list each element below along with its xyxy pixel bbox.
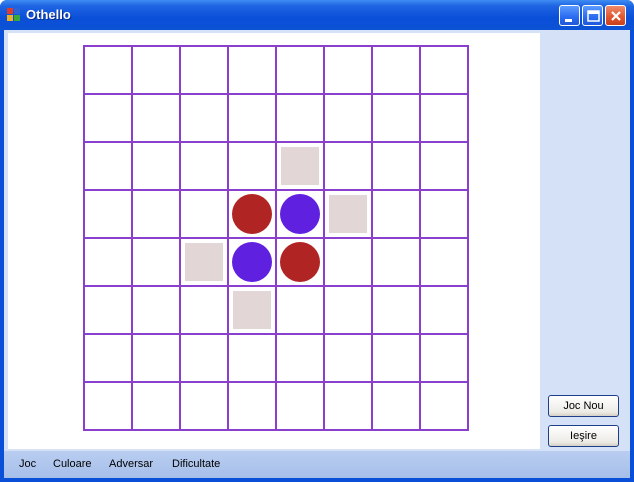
board-cell[interactable] — [275, 381, 325, 431]
board-cell[interactable] — [419, 285, 469, 335]
board-cell[interactable] — [371, 93, 421, 143]
valid-move-marker[interactable] — [281, 147, 319, 185]
board-cell[interactable] — [131, 237, 181, 287]
menu-dificultate[interactable]: Dificultate — [172, 458, 220, 470]
blue-disc — [280, 194, 320, 234]
board-cell[interactable] — [371, 45, 421, 95]
board-cell[interactable] — [371, 141, 421, 191]
close-icon — [611, 11, 621, 21]
board-cell[interactable] — [275, 285, 325, 335]
board-cell[interactable] — [371, 189, 421, 239]
menu-joc[interactable]: Joc — [19, 458, 36, 470]
maximize-icon — [587, 10, 600, 22]
new-game-button[interactable]: Joc Nou — [548, 395, 619, 417]
board-cell[interactable] — [371, 381, 421, 431]
close-button[interactable] — [605, 5, 626, 26]
board-cell[interactable] — [83, 141, 133, 191]
board-cell[interactable] — [371, 285, 421, 335]
board-cell[interactable] — [83, 93, 133, 143]
client-area: Joc Nou Ieşire Joc Culoare Adversar Difi… — [4, 30, 630, 478]
app-icon — [7, 8, 21, 22]
board-cell[interactable] — [371, 333, 421, 383]
red-disc — [280, 242, 320, 282]
valid-move-marker[interactable] — [233, 291, 271, 329]
board-cell[interactable] — [179, 333, 229, 383]
board-cell[interactable] — [179, 45, 229, 95]
board-cell[interactable] — [227, 45, 277, 95]
board-cell[interactable] — [275, 93, 325, 143]
board-cell[interactable] — [227, 333, 277, 383]
window-title: Othello — [26, 7, 71, 22]
board-cell[interactable] — [83, 333, 133, 383]
maximize-button[interactable] — [582, 5, 603, 26]
board-cell[interactable] — [83, 45, 133, 95]
board-cell[interactable] — [131, 45, 181, 95]
board-cell[interactable] — [419, 237, 469, 287]
board-cell[interactable] — [371, 237, 421, 287]
board-cell[interactable] — [323, 237, 373, 287]
board-cell[interactable] — [179, 381, 229, 431]
board-cell[interactable] — [419, 333, 469, 383]
board-cell[interactable] — [83, 237, 133, 287]
board-cell[interactable] — [131, 285, 181, 335]
window-frame-bottom — [0, 478, 634, 482]
board-cell[interactable] — [323, 333, 373, 383]
board-cell[interactable] — [131, 189, 181, 239]
blue-disc — [232, 242, 272, 282]
valid-move-marker[interactable] — [329, 195, 367, 233]
board-cell[interactable] — [83, 189, 133, 239]
board-cell[interactable] — [275, 333, 325, 383]
board-cell[interactable] — [419, 189, 469, 239]
board-cell[interactable] — [419, 93, 469, 143]
board-cell[interactable] — [419, 45, 469, 95]
othello-board[interactable] — [8, 33, 540, 449]
board-cell[interactable] — [179, 141, 229, 191]
othello-window: Othello Joc Nou Ieşire Joc Culoare Adver… — [0, 0, 634, 482]
board-cell[interactable] — [323, 45, 373, 95]
board-cell[interactable] — [179, 189, 229, 239]
board-cell[interactable] — [275, 45, 325, 95]
valid-move-marker[interactable] — [185, 243, 223, 281]
title-bar: Othello — [0, 0, 634, 30]
board-cell[interactable] — [227, 93, 277, 143]
menu-culoare[interactable]: Culoare — [53, 458, 92, 470]
board-cell[interactable] — [83, 381, 133, 431]
board-cell[interactable] — [323, 93, 373, 143]
board-cell[interactable] — [83, 285, 133, 335]
board-cell[interactable] — [131, 141, 181, 191]
board-cell[interactable] — [179, 285, 229, 335]
board-cell[interactable] — [227, 381, 277, 431]
menu-adversar[interactable]: Adversar — [109, 458, 153, 470]
board-cell[interactable] — [323, 141, 373, 191]
board-cell[interactable] — [419, 381, 469, 431]
menu-bar: Joc Culoare Adversar Dificultate — [4, 451, 630, 478]
board-cell[interactable] — [227, 141, 277, 191]
board-panel — [8, 33, 540, 449]
board-cell[interactable] — [323, 285, 373, 335]
minimize-button[interactable] — [559, 5, 580, 26]
board-cell[interactable] — [131, 381, 181, 431]
board-cell[interactable] — [419, 141, 469, 191]
board-cell[interactable] — [179, 93, 229, 143]
exit-button[interactable]: Ieşire — [548, 425, 619, 447]
red-disc — [232, 194, 272, 234]
board-cell[interactable] — [131, 333, 181, 383]
minimize-icon — [565, 19, 572, 22]
board-cell[interactable] — [323, 381, 373, 431]
board-cell[interactable] — [131, 93, 181, 143]
